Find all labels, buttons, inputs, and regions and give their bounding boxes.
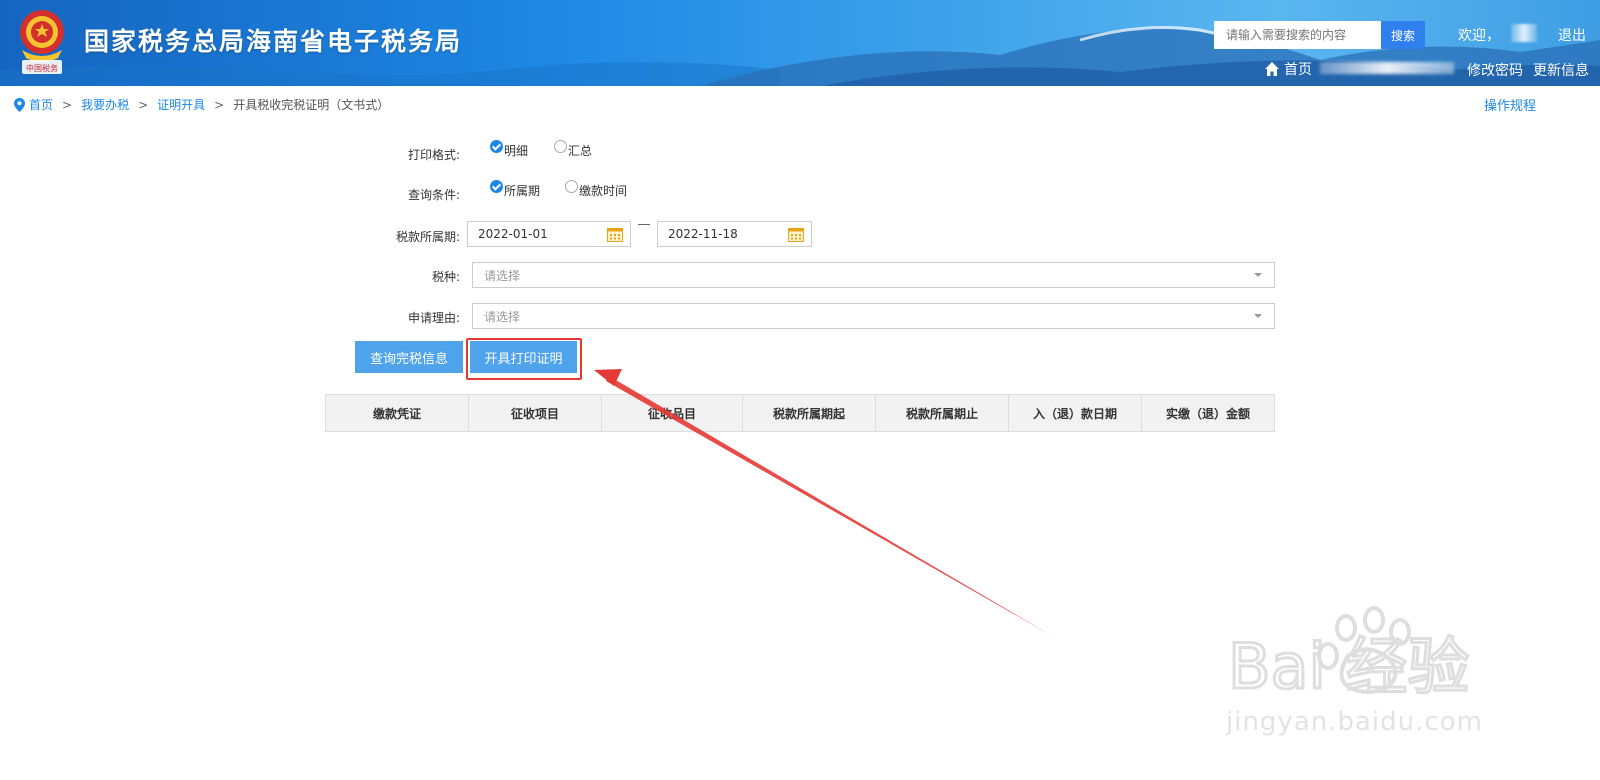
column-header: 征收品目 (602, 395, 743, 431)
radio-detail-label: 明细 (504, 144, 529, 158)
results-table-header: 缴款凭证 征收项目 征收品目 税款所属期起 税款所属期止 入（退）款日期 实缴（… (325, 394, 1275, 432)
search-button[interactable]: 搜索 (1381, 21, 1425, 49)
baidu-watermark-logo: Bai 经验 (1228, 606, 1471, 705)
logout-link[interactable]: 退出 (1558, 25, 1586, 45)
radio-detail[interactable]: 明细 (490, 140, 529, 159)
column-header: 实缴（退）金额 (1165, 406, 1250, 421)
chevron-down-icon (1254, 273, 1262, 277)
column-header: 征收项目 (469, 395, 602, 431)
breadcrumb-separator: > (138, 97, 149, 112)
watermark-url: jingyan.baidu.com (1226, 707, 1483, 737)
end-date-value: 2022-11-18 (668, 227, 738, 241)
radio-summary[interactable]: 汇总 (554, 140, 593, 159)
breadcrumb-home[interactable]: 首页 (29, 96, 53, 113)
calendar-icon[interactable] (788, 227, 804, 242)
radio-unchecked-icon (565, 180, 578, 193)
site-header: 中国税务 国家税务总局海南省电子税务局 搜索 欢迎， 退出 首页 修改密码 更新… (0, 0, 1600, 86)
tax-emblem-logo: 中国税务 (20, 10, 64, 74)
update-info-link[interactable]: 更新信息 (1533, 60, 1589, 80)
radio-period-label: 所属期 (504, 184, 541, 198)
radio-unchecked-icon (554, 140, 567, 153)
radio-checked-icon (490, 180, 503, 193)
start-date-field[interactable]: 2022-01-01 (467, 221, 631, 247)
print-format-label: 打印格式: (407, 148, 460, 162)
query-condition-label: 查询条件: (407, 188, 460, 202)
username-redacted (1511, 24, 1537, 42)
start-date-value: 2022-01-01 (478, 227, 548, 241)
reason-label: 申请理由: (407, 311, 460, 325)
site-title: 国家税务总局海南省电子税务局 (84, 27, 463, 56)
query-tax-info-button[interactable]: 查询完税信息 (355, 341, 463, 373)
breadcrumb-separator: > (214, 97, 225, 112)
tax-period-label: 税款所属期: (395, 230, 460, 244)
tax-type-select[interactable]: 请选择 (472, 262, 1275, 288)
breadcrumb: 首页 > 我要办税 > 证明开具 > 开具税收完税证明（文书式） (14, 96, 389, 113)
breadcrumb-current: 开具税收完税证明（文书式） (233, 98, 390, 112)
watermark-logo-text: Bai 经验 (1228, 630, 1469, 703)
calendar-icon[interactable] (607, 227, 623, 242)
radio-checked-icon (490, 140, 503, 153)
column-header: 税款所属期止 (876, 395, 1009, 431)
welcome-text: 欢迎， (1458, 28, 1500, 44)
end-date-field[interactable]: 2022-11-18 (657, 221, 812, 247)
reason-select[interactable]: 请选择 (472, 303, 1275, 329)
location-pin-icon (14, 97, 25, 112)
home-link-label: 首页 (1284, 62, 1312, 78)
radio-payment-time-label: 缴款时间 (579, 184, 628, 198)
date-range-dash (638, 224, 650, 225)
tax-type-placeholder: 请选择 (484, 268, 521, 283)
tax-type-label: 税种: (431, 270, 460, 284)
search-input[interactable] (1214, 21, 1381, 49)
change-password-link[interactable]: 修改密码 (1467, 60, 1523, 80)
chevron-down-icon (1254, 314, 1262, 318)
radio-summary-label: 汇总 (568, 144, 593, 158)
column-header: 入（退）款日期 (1009, 395, 1142, 431)
emblem-caption: 中国税务 (26, 63, 58, 73)
radio-payment-time[interactable]: 缴款时间 (565, 180, 628, 199)
radio-period[interactable]: 所属期 (490, 180, 541, 199)
breadcrumb-tax-services[interactable]: 我要办税 (81, 96, 129, 113)
column-header: 缴款凭证 (326, 395, 469, 431)
app-root: 中国税务 国家税务总局海南省电子税务局 搜索 欢迎， 退出 首页 修改密码 更新… (0, 0, 1600, 780)
reason-placeholder: 请选择 (484, 309, 521, 324)
home-icon (1265, 62, 1279, 76)
column-header: 税款所属期起 (743, 395, 876, 431)
home-link[interactable]: 首页 (1264, 59, 1312, 79)
breadcrumb-certificate[interactable]: 证明开具 (157, 96, 205, 113)
operation-guide-link[interactable]: 操作规程 (1484, 95, 1536, 114)
breadcrumb-separator: > (62, 97, 73, 112)
organization-redacted (1320, 62, 1454, 74)
annotation-highlight-box (466, 338, 582, 380)
